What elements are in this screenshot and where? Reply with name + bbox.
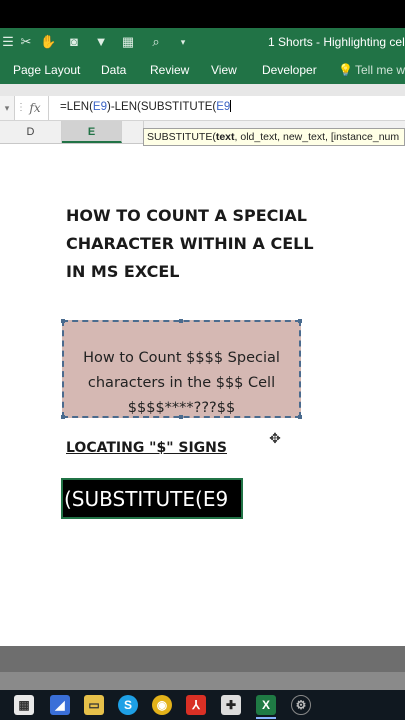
active-edit-cell[interactable]: (SUBSTITUTE(E9 (61, 478, 243, 519)
tab-developer[interactable]: Developer (262, 63, 317, 77)
chrome-icon[interactable]: ◉ (152, 695, 172, 715)
settings-icon[interactable]: ⚙ (291, 695, 311, 715)
lightbulb-icon: 💡 (338, 63, 353, 77)
resize-handle[interactable] (61, 319, 65, 323)
column-header-d[interactable]: D (0, 121, 62, 143)
filter-icon[interactable]: ▼ (93, 34, 109, 50)
tell-me-search[interactable]: Tell me wh (355, 63, 405, 77)
cut-icon[interactable]: ✂ (18, 34, 34, 50)
status-bar (0, 646, 405, 672)
formula-reference: E9 (216, 101, 231, 113)
files-icon[interactable]: ▭ (84, 695, 104, 715)
resize-handle[interactable] (298, 415, 302, 419)
page-title: HOW TO COUNT A SPECIAL CHARACTER WITHIN … (66, 202, 366, 286)
tab-view[interactable]: View (211, 63, 237, 77)
hand-icon[interactable]: ✋ (40, 34, 56, 50)
formula-bar: ▾ ⋮ fx =LEN(E9)-LEN(SUBSTITUTE(E9 (0, 96, 405, 121)
column-header-e[interactable]: E (62, 121, 122, 143)
resize-handle[interactable] (179, 319, 183, 323)
formula-part: =LEN( (60, 101, 93, 113)
more-icon[interactable]: ▾ (175, 34, 191, 50)
formula-input[interactable]: =LEN(E9)-LEN(SUBSTITUTE(E9 (60, 100, 232, 113)
text-box-line: How to Count $$$$ Special (83, 350, 280, 366)
resize-handle[interactable] (179, 415, 183, 419)
tab-review[interactable]: Review (150, 63, 189, 77)
excel-icon[interactable]: X (256, 695, 276, 715)
tab-data[interactable]: Data (101, 63, 126, 77)
resize-handle[interactable] (61, 415, 65, 419)
highlighted-text-box[interactable]: How to Count $$$$ Special characters in … (61, 319, 302, 421)
skype-icon[interactable]: S (118, 695, 138, 715)
tooltip-current-arg[interactable]: text (216, 131, 235, 143)
text-caret (230, 100, 232, 112)
formula-reference: E9 (92, 101, 107, 113)
text-box-line: characters in the $$$ Cell (87, 375, 276, 391)
text-box-content: How to Count $$$$ Special characters in … (64, 346, 299, 421)
list-icon[interactable]: ☰ (0, 34, 16, 50)
move-cursor-icon: ✥ (269, 430, 281, 446)
camera-icon[interactable]: ◙ (66, 34, 82, 50)
table-icon[interactable]: ▦ (120, 34, 136, 50)
tooltip-function[interactable]: SUBSTITUTE( (147, 131, 216, 143)
tooltip-args: , old_text, new_text, [instance_num (234, 131, 400, 143)
quick-access-toolbar: ☰ ✂ ✋ ◙ ▼ ▦ ⌕ ▾ 1 Shorts - Highlighting … (0, 28, 405, 56)
active-app-indicator (256, 717, 276, 719)
pdf-icon[interactable]: ⅄ (186, 695, 206, 715)
column-header-f[interactable] (122, 121, 144, 143)
section-label: LOCATING "$" SIGNS (66, 440, 227, 456)
name-box-dropdown[interactable]: ▾ (0, 96, 15, 120)
tab-page-layout[interactable]: Page Layout (13, 63, 80, 77)
taskbar: ▦ ◢ ▭ S ◉ ⅄ ✚ X ⚙ (0, 690, 405, 720)
status-bar-lower (0, 672, 405, 690)
heading-line: CHARACTER WITHIN A CELL (66, 234, 314, 253)
formula-part: )-LEN(SUBSTITUTE( (107, 101, 217, 113)
ribbon-tabs: Page Layout Data Review View Developer 💡… (0, 56, 405, 84)
edit-cell-text: (SUBSTITUTE(E9 (64, 487, 229, 511)
calculator-icon[interactable]: ▦ (14, 695, 34, 715)
top-black-band (0, 0, 405, 28)
function-tooltip: SUBSTITUTE(text, old_text, new_text, [in… (143, 128, 405, 146)
app-icon-2[interactable]: ✚ (221, 695, 241, 715)
zoom-icon[interactable]: ⌕ (148, 34, 164, 50)
app-icon[interactable]: ◢ (50, 695, 70, 715)
heading-line: IN MS EXCEL (66, 262, 180, 281)
resize-handle[interactable] (298, 319, 302, 323)
window-title: 1 Shorts - Highlighting cells (268, 35, 405, 49)
insert-function-icon[interactable]: fx (22, 96, 49, 120)
heading-line: HOW TO COUNT A SPECIAL (66, 206, 307, 225)
